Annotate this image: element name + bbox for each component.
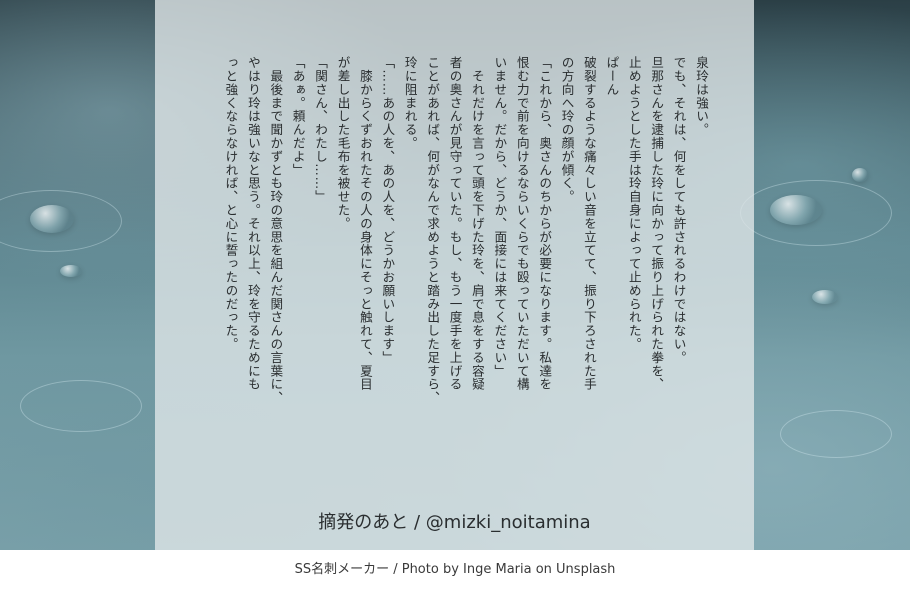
story-line: っと強くならなければ、と心に誓ったのだった。: [223, 56, 239, 351]
story-text: 泉玲は強い。 でも、それは、何をしても許されるわけではない。 旦那さんを逮捕した玲に…: [219, 56, 712, 476]
story-line: 玲に阻まれる。: [402, 56, 418, 150]
water-ripple: [780, 410, 892, 458]
water-ripple: [0, 190, 122, 252]
text-panel: 泉玲は強い。 でも、それは、何をしても許されるわけではない。 旦那さんを逮捕した玲に…: [155, 0, 754, 550]
water-ripple: [740, 180, 892, 246]
story-line: 止めようとした手は玲自身によって止められた。: [626, 56, 642, 351]
story-line: 泉玲は強い。: [694, 56, 709, 137]
story-line: 破裂するような痛々しい音を立てて、振り下ろされた手: [581, 56, 597, 391]
water-ripple: [20, 380, 142, 432]
story-line: それだけを言って頭を下げた玲を、肩で息をする容疑: [469, 56, 485, 391]
story-line: やはり玲は強いなと思う。それ以上、玲を守るためにも: [245, 56, 261, 391]
story-line: 旦那さんを逮捕した玲に向かって振り上げられた拳を、: [649, 56, 665, 391]
story-line: でも、それは、何をしても許されるわけではない。: [671, 56, 687, 365]
story-line: 最後まで聞かずとも玲の意思を組んだ関さんの言葉に、: [268, 56, 284, 405]
story-line: 「……あの人を、あの人を、どうかお願いします」: [380, 56, 396, 365]
photo-credit: SS名刺メーカー / Photo by Inge Maria on Unspla…: [294, 562, 616, 577]
water-bubble: [812, 290, 838, 304]
story-signature: 摘発のあと / @mizki_noitamina: [318, 512, 591, 533]
story-line: 膝からくずおれたその人の身体にそっと触れて、夏目: [357, 56, 373, 391]
story-line: 「関さん、わたし……」: [313, 56, 329, 204]
water-bubble: [852, 168, 868, 182]
story-line: ことがあれば、何がなんで求めようと踏み出した足すら、: [425, 56, 441, 405]
story-line: ぱーん: [604, 56, 620, 97]
water-bubble: [60, 265, 82, 277]
story-line: 恨む力で前を向けるならいくらでも殴っていただいて構: [514, 56, 530, 391]
story-line: 「これから、奥さんのちからが必要になります。私達を: [537, 56, 553, 391]
story-line: の方向へ玲の顔が傾く。: [559, 56, 575, 204]
ss-card: 泉玲は強い。 でも、それは、何をしても許されるわけではない。 旦那さんを逮捕した玲に…: [0, 0, 910, 550]
story-line: 「あぁ。頼んだよ」: [290, 56, 306, 177]
story-line: が差し出した毛布を被せた。: [335, 56, 351, 231]
story-line: 者の奥さんが見守っていた。もし、もう一度手を上げる: [447, 56, 463, 391]
story-line: いません。だから、どうか、面接には来てください」: [492, 56, 508, 378]
